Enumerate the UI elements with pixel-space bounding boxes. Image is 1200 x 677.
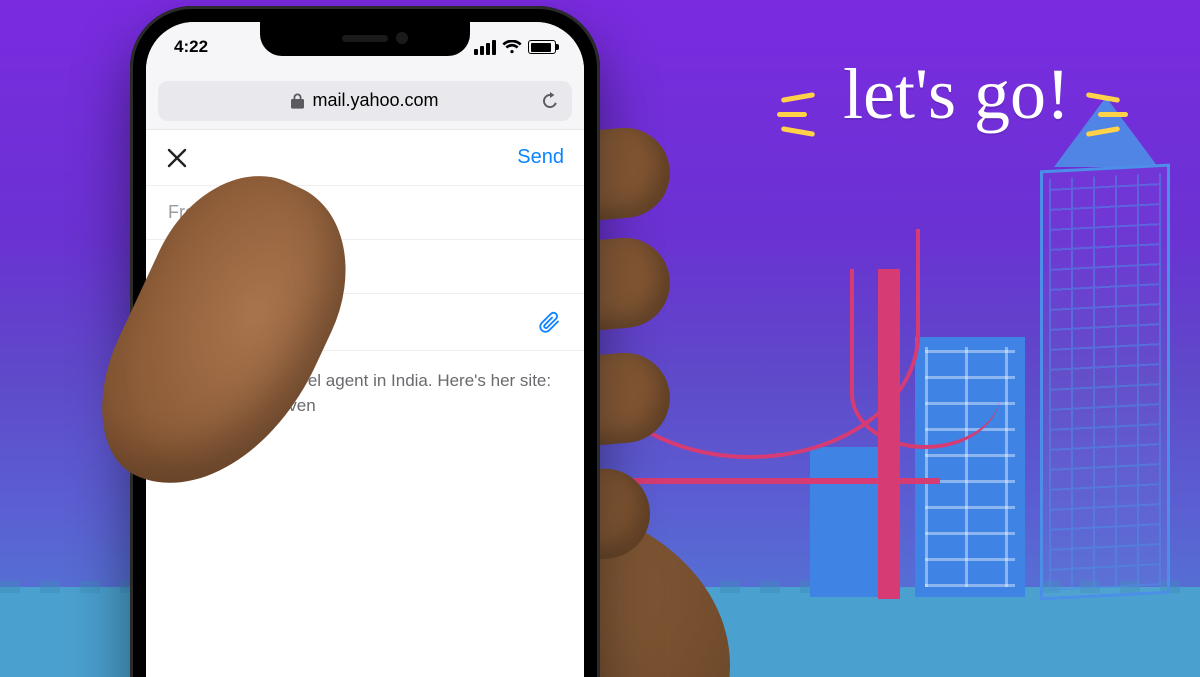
safari-address-bar: mail.yahoo.com <box>146 72 584 130</box>
slogan-text: let's go! <box>843 58 1070 130</box>
iphone-notch <box>260 22 470 56</box>
close-icon[interactable] <box>166 147 188 169</box>
wifi-icon <box>502 40 522 54</box>
battery-icon <box>528 40 556 54</box>
spark-line <box>781 92 815 103</box>
url-text: mail.yahoo.com <box>312 90 438 111</box>
paperclip-icon[interactable] <box>538 310 562 334</box>
lock-icon <box>291 93 304 109</box>
send-button[interactable]: Send <box>517 146 564 169</box>
spark-line <box>777 112 807 117</box>
spark-line <box>781 126 815 137</box>
building-small <box>810 447 900 597</box>
building-tall <box>1040 164 1170 601</box>
compose-toolbar: Send <box>146 130 584 185</box>
building-mid <box>915 337 1025 597</box>
cellular-signal-icon <box>474 40 496 55</box>
status-time: 4:22 <box>174 37 208 57</box>
spark-line <box>1098 112 1128 117</box>
promo-scene: let's go! 4:22 <box>0 0 1200 677</box>
url-field[interactable]: mail.yahoo.com <box>158 81 572 121</box>
reload-icon[interactable] <box>540 91 560 111</box>
hand-holding-phone: 4:22 mail.yahoo.com <box>130 0 620 677</box>
